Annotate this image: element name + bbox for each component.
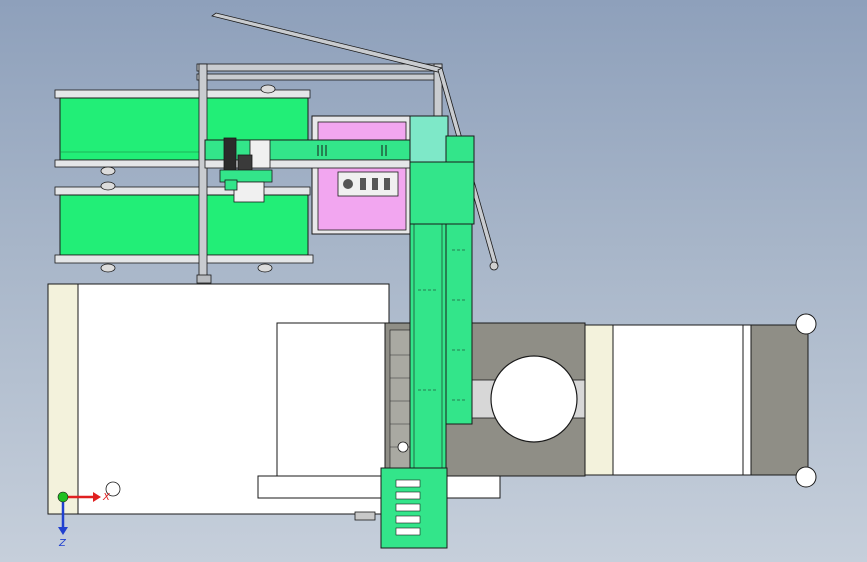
unit-end-block (750, 324, 809, 476)
gripper-beam[interactable] (204, 139, 416, 169)
switch-3[interactable] (395, 503, 421, 512)
origin-dot-icon (57, 491, 69, 503)
z-axis-label: Z (58, 538, 67, 549)
switch-2[interactable] (395, 491, 421, 500)
unit-white-panel (612, 324, 744, 476)
diagonal-brace (211, 12, 443, 73)
z-arrowhead-icon (58, 527, 68, 535)
switch-1[interactable] (395, 479, 421, 488)
x-axis-label: X (102, 492, 111, 503)
assembly-drawing: X Z (47, 12, 817, 549)
base-cream-band (47, 283, 79, 515)
barrel-ring (490, 355, 578, 443)
control-box[interactable] (380, 467, 448, 549)
conveyor-lower[interactable] (54, 181, 314, 273)
unit-cream-band (584, 324, 614, 476)
base-foot (257, 475, 501, 499)
unit-wheel-top (795, 313, 817, 335)
unit-wheel-bottom (795, 466, 817, 488)
cad-viewport[interactable]: X Z (0, 0, 867, 562)
pink-plate[interactable] (311, 115, 411, 235)
base-small-part (354, 511, 376, 521)
frame-left-post (198, 63, 208, 280)
switch-4[interactable] (395, 515, 421, 524)
switch-5[interactable] (395, 527, 421, 536)
